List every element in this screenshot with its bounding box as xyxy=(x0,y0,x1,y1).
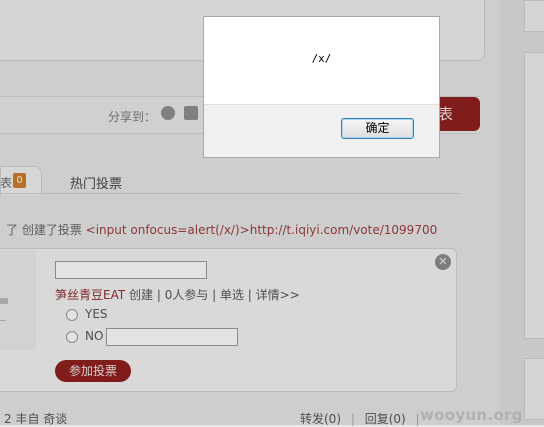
alert-message: /x/ xyxy=(311,52,332,65)
ok-button[interactable]: 确定 xyxy=(341,118,414,139)
